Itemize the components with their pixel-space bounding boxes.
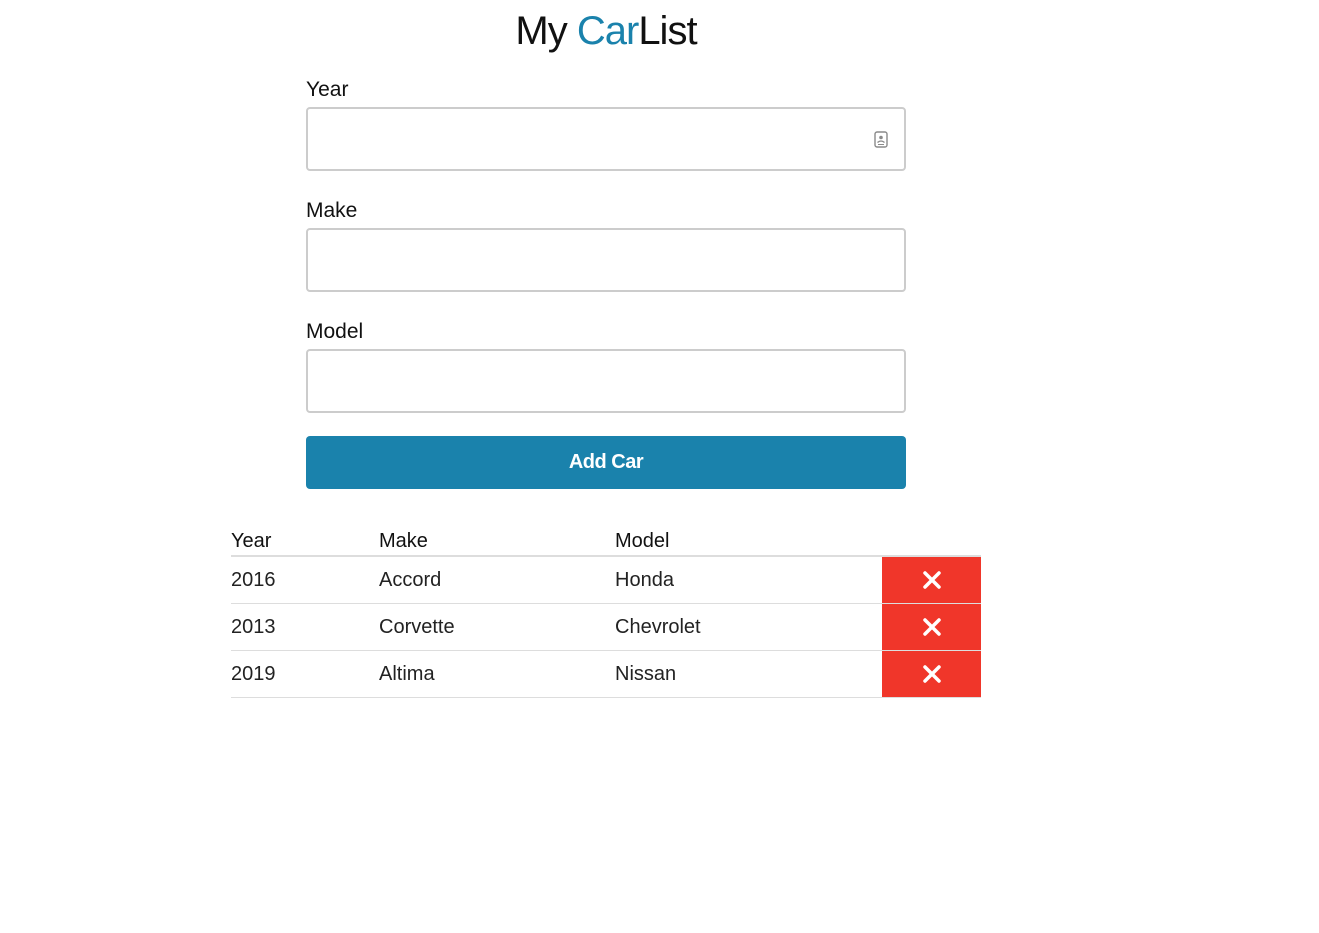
- delete-row-button[interactable]: [882, 557, 981, 603]
- column-header-year: Year: [231, 522, 379, 557]
- add-car-button[interactable]: Add Car: [306, 436, 906, 489]
- car-list-table: Year Make Model 2016 Accord Honda 2013 C…: [231, 522, 981, 698]
- column-header-make: Make: [379, 522, 615, 557]
- cell-make: Corvette: [379, 603, 615, 651]
- cell-actions: [882, 650, 981, 698]
- make-input[interactable]: [308, 230, 904, 290]
- cell-make: Altima: [379, 650, 615, 698]
- model-field-wrapper: [306, 349, 906, 413]
- cell-year: 2013: [231, 603, 379, 651]
- contact-card-icon[interactable]: [874, 131, 888, 148]
- add-car-form: Year Make Model Add Car: [306, 76, 906, 489]
- page: My CarList Year Make Model Add Car Year …: [0, 0, 1319, 933]
- year-field-wrapper: [306, 107, 906, 171]
- column-header-model: Model: [615, 522, 882, 557]
- delete-row-button[interactable]: [882, 651, 981, 697]
- close-icon: [922, 571, 941, 589]
- make-label: Make: [306, 199, 358, 222]
- table-header-row: Year Make Model: [231, 522, 981, 557]
- cell-model: Nissan: [615, 650, 882, 698]
- title-part-car: Car: [576, 9, 639, 53]
- table-row: 2013 Corvette Chevrolet: [231, 603, 981, 651]
- model-input[interactable]: [308, 351, 904, 411]
- cell-year: 2016: [231, 556, 379, 604]
- column-header-actions: [882, 522, 981, 557]
- title-part-list: List: [638, 9, 697, 53]
- cell-make: Accord: [379, 556, 615, 604]
- cell-actions: [882, 556, 981, 604]
- cell-year: 2019: [231, 650, 379, 698]
- year-label: Year: [306, 78, 349, 101]
- year-input[interactable]: [308, 109, 904, 169]
- cell-actions: [882, 603, 981, 651]
- title-part-my: My: [515, 9, 577, 53]
- delete-row-button[interactable]: [882, 604, 981, 650]
- make-field-wrapper: [306, 228, 906, 292]
- cell-model: Chevrolet: [615, 603, 882, 651]
- table-row: 2019 Altima Nissan: [231, 650, 981, 698]
- close-icon: [922, 665, 941, 683]
- cell-model: Honda: [615, 556, 882, 604]
- model-label: Model: [306, 320, 364, 343]
- page-title: My CarList: [0, 6, 1212, 56]
- table-row: 2016 Accord Honda: [231, 556, 981, 604]
- close-icon: [922, 618, 941, 636]
